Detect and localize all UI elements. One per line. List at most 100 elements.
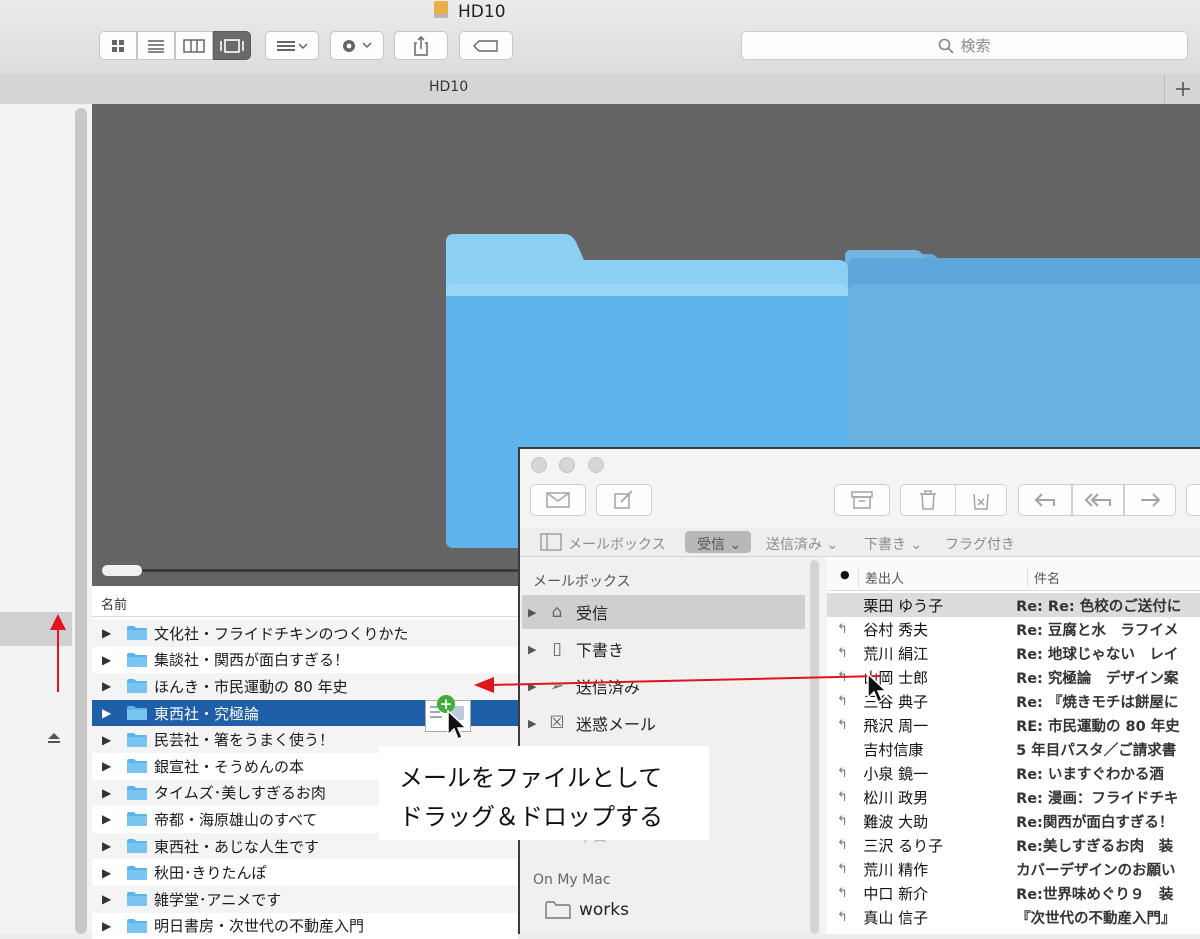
reply-all-button[interactable] — [1072, 484, 1124, 516]
pointer-cursor-icon — [447, 710, 468, 741]
disclosure-triangle-icon[interactable]: ▶ — [102, 839, 126, 853]
search-field[interactable]: 検索 — [741, 31, 1188, 60]
column-view-icon — [183, 38, 205, 53]
message-row[interactable]: ↰ 中口 新介 Re:世界味めぐり９ 装 — [827, 881, 1200, 905]
compose-button[interactable] — [596, 484, 652, 516]
message-row[interactable]: ↰ 荒川 精作 カバーデザインのお願い — [827, 857, 1200, 881]
action-button[interactable] — [330, 31, 384, 60]
message-row[interactable]: ↰ 小泉 鏡一 Re: いますぐわかる酒 — [827, 761, 1200, 785]
fav-flagged[interactable]: フラグ付き — [945, 534, 1015, 554]
flag-button[interactable] — [1186, 484, 1200, 516]
tag-icon — [473, 39, 498, 52]
mail-sidebar-scrollbar[interactable] — [810, 560, 819, 934]
file-row-label: ほんき・市民運動の 80 年史 — [154, 677, 348, 696]
delete-button[interactable] — [900, 484, 956, 516]
message-subject: Re: Re: 色校のご送付に — [1016, 598, 1182, 615]
get-mail-button[interactable] — [530, 484, 586, 516]
group-button[interactable] — [265, 31, 319, 60]
folder-icon — [127, 812, 147, 827]
file-row[interactable]: ▶ ほんき・市民運動の 80 年史 — [92, 673, 518, 700]
sidebar-toggle-icon[interactable] — [540, 533, 562, 551]
minimize-window-button[interactable] — [559, 457, 575, 473]
message-row[interactable]: 吉村信康 5 年目パスタ／ご請求書 — [827, 737, 1200, 761]
disclosure-triangle-icon[interactable]: ▶ — [528, 717, 542, 730]
message-sender: 難波 大助 — [863, 812, 929, 831]
fav-inbox-label: 受信 — [697, 537, 725, 553]
sidebar-scrollbar[interactable] — [75, 108, 87, 934]
disclosure-triangle-icon[interactable]: ▶ — [102, 706, 126, 720]
fav-drafts[interactable]: 下書き ⌄ — [864, 534, 922, 554]
message-row[interactable]: ↰ 荒川 絹江 Re: 地球じゃない レイ — [827, 641, 1200, 665]
archive-button[interactable] — [834, 484, 890, 516]
message-row[interactable]: ↰ 難波 大助 Re:関西が面白すぎる！ — [827, 809, 1200, 833]
reply-icon — [1034, 493, 1055, 507]
mailbox-works[interactable]: works — [545, 900, 629, 920]
disclosure-triangle-icon[interactable]: ▶ — [102, 653, 126, 667]
mailbox-item[interactable]: ▶ ▯ 下書き — [528, 637, 624, 661]
junk-button[interactable] — [955, 484, 1007, 516]
reply-all-icon — [1084, 493, 1111, 507]
message-row[interactable]: 栗田 ゆう子 Re: Re: 色校のご送付に — [827, 593, 1200, 617]
disclosure-triangle-icon[interactable]: ▶ — [102, 679, 126, 693]
gallery-view-icon — [220, 38, 244, 53]
preview-scroll-thumb[interactable] — [102, 565, 142, 576]
disclosure-triangle-icon[interactable]: ▶ — [528, 606, 542, 619]
mailbox-label: 受信 — [576, 604, 609, 623]
file-row[interactable]: ▶ 秋田･きりたんぽ — [92, 859, 518, 886]
disclosure-triangle-icon[interactable]: ▶ — [102, 733, 126, 747]
message-row[interactable]: ↰ 飛沢 周一 RE: 市民運動の 80 年史 — [827, 713, 1200, 737]
replied-arrow-icon: ↰ — [837, 789, 848, 805]
fav-inbox[interactable]: 受信 ⌄ — [697, 534, 741, 554]
fav-sent[interactable]: 送信済み ⌄ — [766, 534, 838, 554]
mailbox-item[interactable]: ▶ ⌂ 受信 — [528, 600, 608, 624]
folder-icon — [127, 839, 147, 854]
unread-column-icon[interactable]: ● — [840, 568, 850, 581]
mailbox-item[interactable]: ▶ ☒ 迷惑メール — [528, 711, 656, 735]
new-tab-button[interactable] — [1164, 74, 1200, 104]
disclosure-triangle-icon[interactable]: ▶ — [102, 759, 126, 773]
file-row-label: 秋田･きりたんぽ — [154, 864, 267, 883]
share-icon — [414, 35, 428, 56]
disclosure-triangle-icon[interactable]: ▶ — [102, 919, 126, 933]
reply-button[interactable] — [1018, 484, 1072, 516]
mailbox-label: 下書き — [576, 641, 625, 660]
close-window-button[interactable] — [531, 457, 547, 473]
message-row[interactable]: ↰ 三沢 るり子 Re:美しすぎるお肉 装 — [827, 833, 1200, 857]
inbox-icon: ⌂ — [551, 602, 563, 622]
message-row[interactable]: ↰ 真山 信子 『次世代の不動産入門』 — [827, 905, 1200, 929]
icon-view-button[interactable] — [99, 31, 137, 60]
message-sender: 中口 新介 — [863, 884, 929, 903]
forward-button[interactable] — [1124, 484, 1176, 516]
gallery-view-button[interactable] — [213, 31, 251, 60]
file-row[interactable]: ▶ 集談社・関西が面白すぎる！ — [92, 646, 518, 674]
tab-title[interactable]: HD10 — [429, 79, 468, 95]
disclosure-triangle-icon[interactable]: ▶ — [102, 626, 126, 640]
name-column-header[interactable]: 名前 — [92, 588, 518, 617]
message-sender: 荒川 精作 — [863, 860, 929, 879]
column-view-button[interactable] — [175, 31, 213, 60]
disclosure-triangle-icon[interactable]: ▶ — [102, 866, 126, 880]
list-view-button[interactable] — [137, 31, 175, 60]
file-row-label: 東西社・究極論 — [154, 704, 260, 723]
file-row[interactable]: ▶ 文化社・フライドチキンのつくりかた — [92, 620, 518, 647]
file-row-label: 明日書房・次世代の不動産入門 — [154, 917, 365, 936]
from-column-header[interactable]: 差出人 — [858, 568, 904, 587]
fav-mailboxes[interactable]: メールボックス — [568, 534, 666, 554]
works-label: works — [579, 900, 629, 920]
replied-arrow-icon: ↰ — [837, 621, 848, 637]
list-view-icon — [148, 39, 164, 53]
disclosure-triangle-icon[interactable]: ▶ — [102, 786, 126, 800]
disclosure-triangle-icon[interactable]: ▶ — [102, 812, 126, 826]
eject-icon[interactable] — [47, 732, 61, 744]
folder-icon — [545, 901, 571, 919]
disclosure-triangle-icon[interactable]: ▶ — [102, 892, 126, 906]
disclosure-triangle-icon[interactable]: ▶ — [528, 643, 542, 656]
share-button[interactable] — [394, 31, 448, 60]
file-row[interactable]: ▶ 明日書房・次世代の不動産入門 — [92, 912, 518, 939]
file-row[interactable]: ▶ 雑学堂･アニメです — [92, 886, 518, 913]
zoom-window-button[interactable] — [588, 457, 604, 473]
message-row[interactable]: ↰ 谷村 秀夫 Re: 豆腐と水 ラフイメ — [827, 617, 1200, 641]
message-row[interactable]: ↰ 松川 政男 Re: 漫画：フライドチキ — [827, 785, 1200, 809]
tag-button[interactable] — [459, 31, 513, 60]
subject-column-header[interactable]: 件名 — [1027, 568, 1060, 587]
